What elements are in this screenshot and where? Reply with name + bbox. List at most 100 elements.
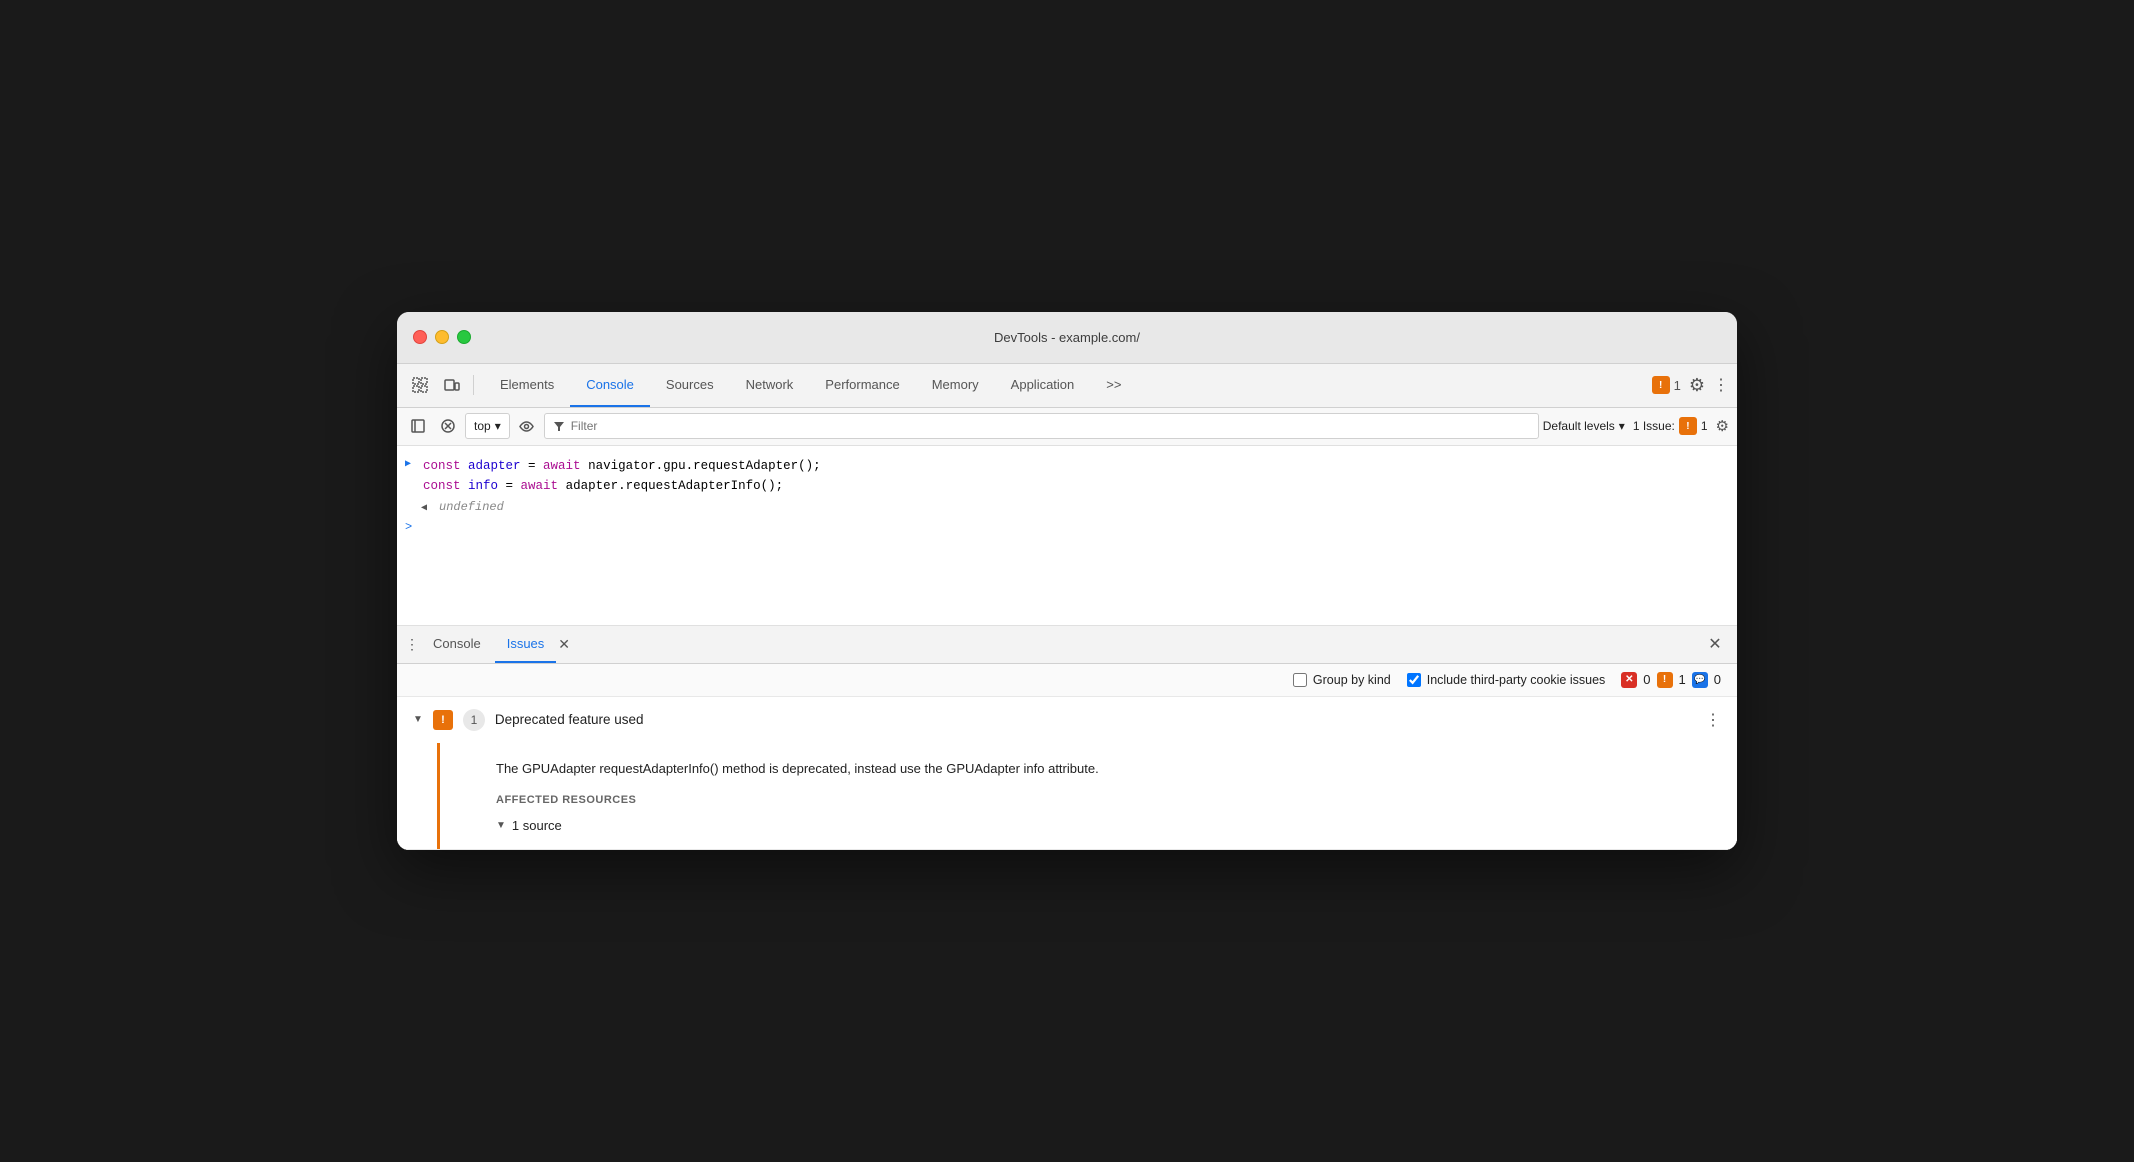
group-by-kind-label[interactable]: Group by kind xyxy=(1293,673,1391,687)
issues-toolbar: Group by kind Include third-party cookie… xyxy=(397,664,1737,697)
console-line-input: ▶ const adapter = await navigator.gpu.re… xyxy=(397,454,1737,498)
info-count: 0 xyxy=(1714,672,1721,687)
result-value: undefined xyxy=(439,500,504,514)
device-icon xyxy=(444,377,460,393)
title-bar: DevTools - example.com/ xyxy=(397,312,1737,364)
panel-header: ⋮ Console Issues ✕ ✕ xyxy=(397,626,1737,664)
issue-description: The GPUAdapter requestAdapterInfo() meth… xyxy=(496,759,1713,779)
result-arrow-icon: ◀ xyxy=(421,500,433,514)
panel-tab-issues[interactable]: Issues xyxy=(495,625,557,663)
collapse-arrow-icon: ▼ xyxy=(413,714,423,725)
var-info: info xyxy=(468,479,498,493)
group-by-kind-checkbox[interactable] xyxy=(1293,673,1307,687)
issue-title: Deprecated feature used xyxy=(495,712,644,727)
toolbar-right: ! 1 ⚙ ⋮ xyxy=(1652,375,1729,396)
var-adapter: adapter xyxy=(468,459,521,473)
keyword-await-1: await xyxy=(543,459,588,473)
devtools-body: Elements Console Sources Network Perform… xyxy=(397,364,1737,851)
toolbar-divider xyxy=(473,375,474,395)
panel-close-btn[interactable]: ✕ xyxy=(1701,630,1729,658)
console-toolbar-right: Default levels ▾ 1 Issue: ! 1 ⚙ xyxy=(1543,417,1729,435)
issue-label: 1 Issue: xyxy=(1633,419,1675,433)
code-block: const adapter = await navigator.gpu.requ… xyxy=(423,456,821,496)
more-options-btn[interactable]: ⋮ xyxy=(1713,375,1729,395)
console-settings-btn[interactable]: ⚙ xyxy=(1716,417,1729,435)
include-third-party-text: Include third-party cookie issues xyxy=(1427,673,1606,687)
error-count-badge: ✕ xyxy=(1621,672,1637,688)
device-toggle-btn[interactable] xyxy=(437,370,467,400)
error-count: 0 xyxy=(1643,672,1650,687)
tab-sources[interactable]: Sources xyxy=(650,363,730,407)
clear-console-btn[interactable] xyxy=(435,413,461,439)
info-count-badge: 💬 xyxy=(1692,672,1708,688)
devtools-window: DevTools - example.com/ xyxy=(397,312,1737,851)
filter-container xyxy=(544,413,1539,439)
keyword-const-1: const xyxy=(423,459,468,473)
affected-resources-label: AFFECTED RESOURCES xyxy=(496,794,1713,806)
maximize-button[interactable] xyxy=(457,330,471,344)
nav-tabs: Elements Console Sources Network Perform… xyxy=(484,363,1137,407)
expand-arrow-icon[interactable]: ▶ xyxy=(405,456,417,470)
context-value: top xyxy=(474,419,491,433)
tab-elements[interactable]: Elements xyxy=(484,363,570,407)
issues-counts: ✕ 0 ! 1 💬 0 xyxy=(1621,672,1721,688)
group-by-kind-text: Group by kind xyxy=(1313,673,1391,687)
eye-icon-btn[interactable] xyxy=(514,413,540,439)
close-button[interactable] xyxy=(413,330,427,344)
tab-performance[interactable]: Performance xyxy=(809,363,915,407)
console-line-prompt[interactable]: > xyxy=(397,518,1737,538)
warn-icon: ! xyxy=(1652,376,1670,394)
tab-console[interactable]: Console xyxy=(570,363,650,407)
code-line-2: const info = await adapter.requestAdapte… xyxy=(423,476,821,496)
tab-memory[interactable]: Memory xyxy=(916,363,995,407)
source-toggle-arrow-icon: ▼ xyxy=(496,820,506,831)
eye-icon xyxy=(519,419,534,434)
panel-tab-console[interactable]: Console xyxy=(421,625,493,663)
levels-chevron-icon: ▾ xyxy=(1619,419,1625,433)
default-levels-selector[interactable]: Default levels ▾ xyxy=(1543,419,1625,433)
keyword-await-2: await xyxy=(521,479,566,493)
inspector-icon-btn[interactable] xyxy=(405,370,435,400)
issue-count-bubble: 1 xyxy=(463,709,485,731)
tab-network[interactable]: Network xyxy=(730,363,810,407)
console-line-result: ◀ undefined xyxy=(397,498,1737,518)
source-label: 1 source xyxy=(512,818,562,833)
filter-input[interactable] xyxy=(571,419,1530,433)
sidebar-icon xyxy=(411,419,425,433)
traffic-lights xyxy=(413,330,471,344)
console-toolbar: top ▾ Default levels ▾ xyxy=(397,408,1737,446)
include-third-party-label[interactable]: Include third-party cookie issues xyxy=(1407,673,1606,687)
top-toolbar: Elements Console Sources Network Perform… xyxy=(397,364,1737,408)
context-selector[interactable]: top ▾ xyxy=(465,413,510,439)
code-line-1: const adapter = await navigator.gpu.requ… xyxy=(423,456,821,476)
include-third-party-checkbox[interactable] xyxy=(1407,673,1421,687)
console-output: ▶ const adapter = await navigator.gpu.re… xyxy=(397,446,1737,626)
warn-count-badge: ! xyxy=(1657,672,1673,688)
issue-header[interactable]: ▼ ! 1 Deprecated feature used ⋮ xyxy=(397,697,1737,743)
window-title: DevTools - example.com/ xyxy=(994,330,1140,345)
default-levels-label: Default levels xyxy=(1543,419,1615,433)
filter-icon xyxy=(553,420,565,432)
issue-detail: The GPUAdapter requestAdapterInfo() meth… xyxy=(437,743,1737,850)
warning-badge-btn[interactable]: ! 1 xyxy=(1652,376,1681,394)
source-toggle[interactable]: ▼ 1 source xyxy=(496,818,1713,833)
panel-tab-close-icon[interactable]: ✕ xyxy=(554,632,574,657)
settings-btn[interactable]: ⚙ xyxy=(1689,375,1705,396)
issue-warn-badge: ! xyxy=(1679,417,1697,435)
chevron-down-icon: ▾ xyxy=(495,419,501,433)
keyword-const-2: const xyxy=(423,479,468,493)
panel-more-btn[interactable]: ⋮ xyxy=(405,636,419,653)
issue-more-btn[interactable]: ⋮ xyxy=(1705,710,1721,730)
prompt-arrow-icon: > xyxy=(405,520,412,534)
sidebar-toggle-btn[interactable] xyxy=(405,413,431,439)
tab-application[interactable]: Application xyxy=(995,363,1091,407)
clear-icon xyxy=(441,419,455,433)
issue-count-display: 1 Issue: ! 1 xyxy=(1633,417,1708,435)
minimize-button[interactable] xyxy=(435,330,449,344)
inspector-icon xyxy=(412,377,428,393)
issue-count-value: 1 xyxy=(1701,419,1708,433)
tab-more[interactable]: >> xyxy=(1090,363,1137,407)
bottom-panel: ⋮ Console Issues ✕ ✕ Group by kind Inclu… xyxy=(397,626,1737,851)
issue-warn-icon: ! xyxy=(433,710,453,730)
issue-group-deprecated: ▼ ! 1 Deprecated feature used ⋮ The GPUA… xyxy=(397,697,1737,851)
